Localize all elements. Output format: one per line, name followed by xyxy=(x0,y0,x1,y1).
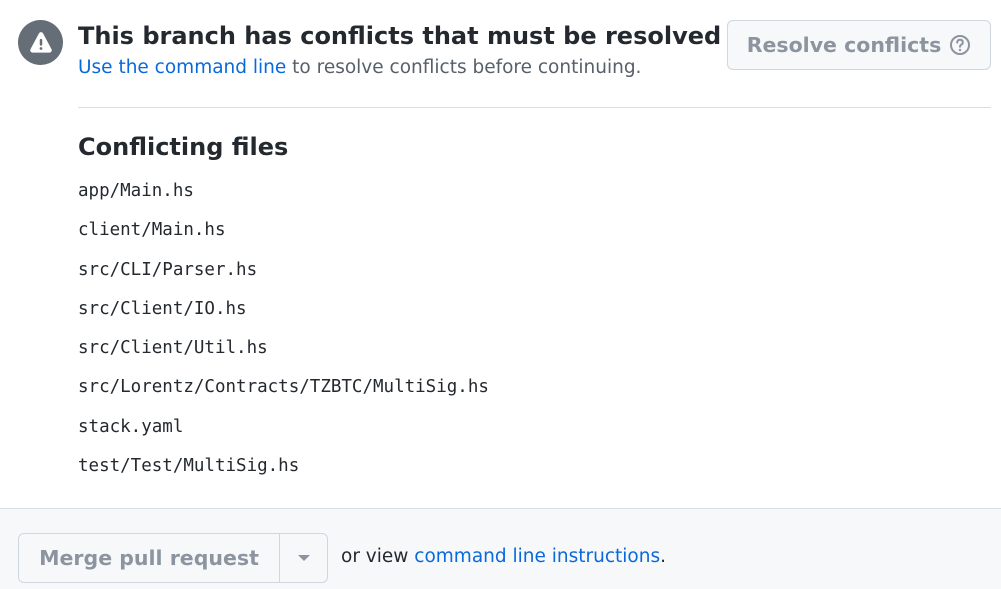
merge-options-dropdown[interactable] xyxy=(279,534,327,582)
caret-down-icon xyxy=(297,555,310,561)
merge-button-group: Merge pull request xyxy=(18,533,328,583)
conflicting-files-heading: Conflicting files xyxy=(78,133,289,161)
hint-suffix: . xyxy=(660,546,667,567)
merge-footer: Merge pull request or view command line … xyxy=(0,508,1001,589)
subtitle-text: to resolve conflicts before continuing. xyxy=(286,57,642,78)
command-line-instructions-link[interactable]: command line instructions xyxy=(414,546,660,567)
conflicting-file: stack.yaml xyxy=(78,416,184,437)
section-divider xyxy=(78,107,991,108)
conflicting-file: client/Main.hs xyxy=(78,220,226,241)
question-circle-icon xyxy=(950,35,971,55)
conflicting-file: src/Client/IO.hs xyxy=(78,298,247,319)
conflicting-files-list: app/Main.hs client/Main.hs src/CLI/Parse… xyxy=(78,172,489,486)
alert-icon xyxy=(18,20,63,65)
hint-prefix: or view xyxy=(341,546,415,567)
resolve-conflicts-button[interactable]: Resolve conflicts xyxy=(727,20,991,70)
conflicting-file: app/Main.hs xyxy=(78,181,194,201)
use-command-line-link[interactable]: Use the command line xyxy=(78,57,286,78)
resolve-conflicts-label: Resolve conflicts xyxy=(746,33,942,57)
conflicting-file: src/Lorentz/Contracts/TZBTC/MultiSig.hs xyxy=(78,377,489,398)
merge-pull-request-button[interactable]: Merge pull request xyxy=(19,534,279,582)
command-line-hint: or view command line instructions. xyxy=(341,546,666,567)
conflicting-file: src/Client/Util.hs xyxy=(78,338,268,359)
conflict-title: This branch has conflicts that must be r… xyxy=(78,22,722,50)
conflicting-file: src/CLI/Parser.hs xyxy=(78,259,258,280)
warning-triangle-icon xyxy=(29,31,52,53)
conflict-subtitle: Use the command line to resolve conflict… xyxy=(78,57,641,78)
conflicting-file: test/Test/MultiSig.hs xyxy=(78,456,300,477)
